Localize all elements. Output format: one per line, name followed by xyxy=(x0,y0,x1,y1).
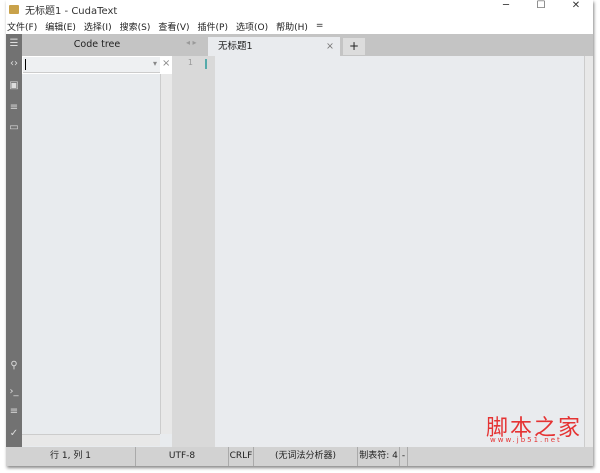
menu-file[interactable]: 文件(F) xyxy=(7,20,37,33)
code-tree-vertical-scrollbar[interactable] xyxy=(160,74,172,434)
status-position[interactable]: 行 1, 列 1 xyxy=(6,447,136,466)
menu-bar: 文件(F) 编辑(E) 选择(I) 搜索(S) 查看(V) 插件(P) 选项(O… xyxy=(6,18,593,34)
code-tree-horizontal-scrollbar[interactable] xyxy=(22,434,160,446)
status-bar: 行 1, 列 1 UTF-8 CRLF (无词法分析器) 制表符: 4 - xyxy=(6,447,593,466)
status-encoding[interactable]: UTF-8 xyxy=(136,447,229,466)
output-icon[interactable]: ≡ xyxy=(8,406,20,418)
chevron-down-icon[interactable]: ▾ xyxy=(153,59,157,68)
validate-icon[interactable]: ✓ xyxy=(8,428,20,440)
text-cursor xyxy=(25,59,26,70)
app-window: 无标题1 - CudaText ─ ☐ ✕ 文件(F) 编辑(E) 选择(I) … xyxy=(6,0,593,466)
console-icon[interactable]: ›_ xyxy=(8,386,20,398)
watermark-url: www.jb51.net xyxy=(490,436,562,444)
line-number-gutter: 1 xyxy=(172,56,215,447)
menu-plugins[interactable]: 插件(P) xyxy=(198,20,228,33)
tab-label: 无标题1 xyxy=(218,41,253,52)
add-tab-button[interactable]: + xyxy=(343,38,365,55)
project-icon[interactable]: ▣ xyxy=(8,80,20,92)
clear-filter-button[interactable]: × xyxy=(162,58,170,69)
modified-marker xyxy=(205,59,207,69)
tab-scroll-arrows[interactable]: ◂ ▸ xyxy=(186,38,197,47)
menu-edit[interactable]: 编辑(E) xyxy=(45,20,76,33)
menu-options[interactable]: 选项(O) xyxy=(236,20,268,33)
status-line-ending[interactable]: CRLF xyxy=(229,447,254,466)
hamburger-icon[interactable]: ☰ xyxy=(8,38,20,50)
menu-help[interactable]: 帮助(H) xyxy=(276,20,308,33)
title-bar: 无标题1 - CudaText ─ ☐ ✕ xyxy=(6,0,593,18)
minimize-button[interactable]: ─ xyxy=(491,0,521,14)
editor-area[interactable] xyxy=(215,56,584,447)
tabs-list-icon[interactable]: ≡ xyxy=(8,102,20,114)
menu-search[interactable]: 搜索(S) xyxy=(120,20,151,33)
tab-close-icon[interactable]: × xyxy=(326,37,334,56)
code-tree-panel[interactable] xyxy=(22,74,172,447)
search-icon[interactable]: ⚲ xyxy=(8,360,20,372)
tab-untitled1[interactable]: 无标题1 × xyxy=(208,37,340,56)
app-icon xyxy=(9,4,19,14)
window-title: 无标题1 - CudaText xyxy=(25,5,118,17)
editor-vertical-scrollbar[interactable] xyxy=(584,56,593,447)
status-extra: - xyxy=(400,447,408,466)
code-tree-filter-input[interactable]: ▾ xyxy=(23,57,160,73)
menu-select[interactable]: 选择(I) xyxy=(84,20,112,33)
maximize-button[interactable]: ☐ xyxy=(526,0,556,14)
code-tree-icon[interactable]: ‹› xyxy=(8,58,20,70)
status-tab-size[interactable]: 制表符: 4 xyxy=(358,447,400,466)
code-tree-title: Code tree xyxy=(73,39,121,50)
menu-more[interactable]: = xyxy=(316,21,324,31)
menu-view[interactable]: 查看(V) xyxy=(158,20,189,33)
line-number: 1 xyxy=(187,58,193,67)
close-button[interactable]: ✕ xyxy=(561,0,591,14)
status-lexer[interactable]: (无词法分析器) xyxy=(254,447,358,466)
snippets-icon[interactable]: ▭ xyxy=(8,122,20,134)
side-toolbar: ☰ ‹› ▣ ≡ ▭ ⚲ ›_ ≡ ✓ xyxy=(6,34,22,447)
